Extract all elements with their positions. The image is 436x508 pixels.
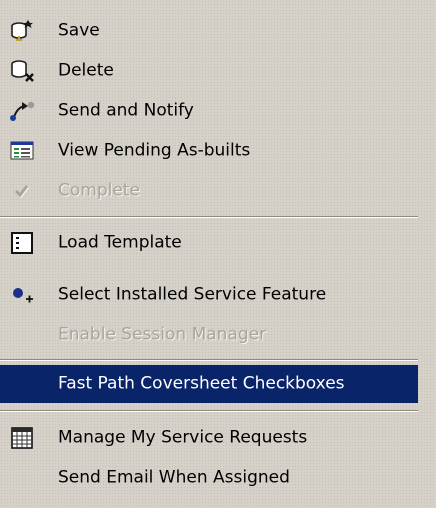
menu-item-load-template[interactable]: Load Template	[0, 224, 418, 262]
menu-item-label: Enable Session Manager	[58, 324, 267, 345]
menu-separator	[0, 410, 418, 412]
checkmark-icon	[8, 177, 36, 205]
menu-item-label: Delete	[58, 60, 114, 81]
menu-item-complete[interactable]: Complete	[0, 172, 418, 210]
save-icon	[8, 17, 36, 45]
menu-item-manage-my-service-requests[interactable]: Manage My Service Requests	[0, 419, 418, 457]
menu-item-enable-session-manager[interactable]: Enable Session Manager	[0, 316, 418, 354]
menu-item-label: Select Installed Service Feature	[58, 284, 327, 305]
template-icon	[8, 229, 36, 257]
menu-item-label: Manage My Service Requests	[58, 427, 308, 448]
menu-item-select-installed-service-feature[interactable]: Select Installed Service Feature	[0, 276, 418, 314]
menu-separator	[0, 216, 418, 218]
menu-item-label: Fast Path Coversheet Checkboxes	[58, 373, 345, 394]
delete-icon	[8, 57, 36, 85]
menu-item-label: View Pending As-builts	[58, 140, 251, 161]
menu-item-label: Save	[58, 20, 100, 41]
menu-item-label: Complete	[58, 180, 140, 201]
menu-item-label: Load Template	[58, 232, 182, 253]
menu-item-fast-path-coversheet-checkboxes[interactable]: Fast Path Coversheet Checkboxes	[0, 365, 418, 403]
select-feature-icon	[8, 281, 36, 309]
send-notify-icon	[8, 97, 36, 125]
menu-item-send-email-when-assigned[interactable]: Send Email When Assigned	[0, 459, 418, 497]
menu-item-save[interactable]: Save	[0, 12, 418, 50]
menu-item-delete[interactable]: Delete	[0, 52, 418, 90]
menu-item-view-pending-as-builts[interactable]: View Pending As-builts	[0, 132, 418, 170]
menu-item-label: Send Email When Assigned	[58, 467, 290, 488]
menu-item-send-and-notify[interactable]: Send and Notify	[0, 92, 418, 130]
context-menu: Save Delete Send and Notify View Pending…	[0, 0, 436, 508]
menu-item-label: Send and Notify	[58, 100, 194, 121]
calendar-grid-icon	[8, 424, 36, 452]
menu-separator	[0, 359, 418, 361]
view-pending-icon	[8, 137, 36, 165]
